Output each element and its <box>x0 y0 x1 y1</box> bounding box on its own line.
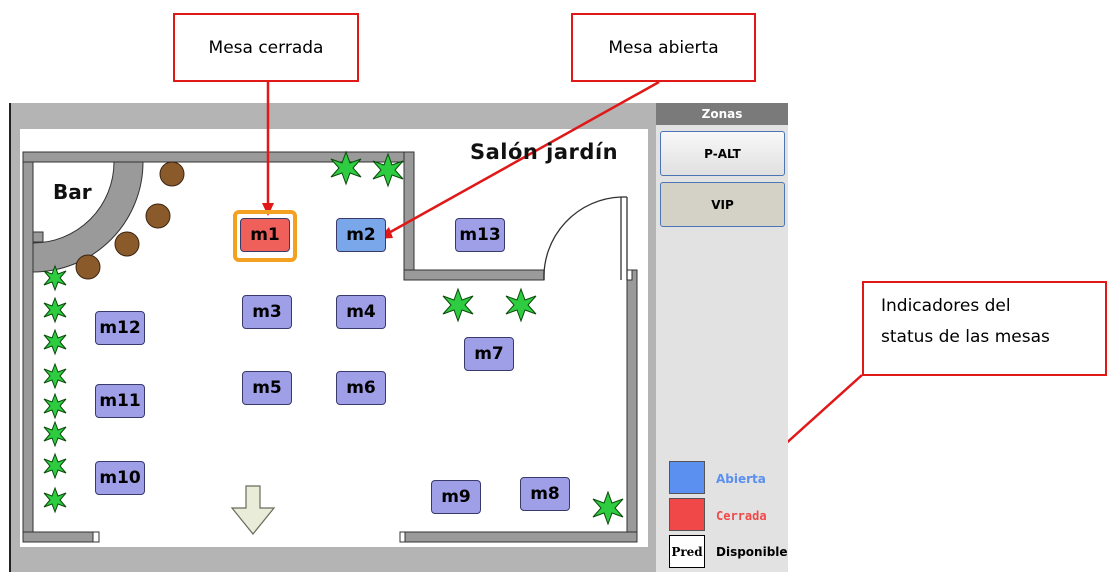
legend-label-disponible: Disponible <box>716 545 788 559</box>
table-m3[interactable]: m3 <box>242 295 292 329</box>
table-m12[interactable]: m12 <box>95 311 145 345</box>
legend-swatch-cerrada <box>669 498 705 531</box>
zone-button-p-alt[interactable]: P-ALT <box>660 131 785 176</box>
legend-label-cerrada: Cerrada <box>716 509 767 523</box>
room-title: Salón jardín <box>470 140 619 164</box>
callout-indicadores: Indicadores del status de las mesas <box>862 281 1107 376</box>
legend-swatch-disponible: Pred <box>669 535 705 568</box>
table-m2[interactable]: m2 <box>336 218 386 252</box>
table-m9[interactable]: m9 <box>431 480 481 514</box>
table-m7[interactable]: m7 <box>464 337 514 371</box>
legend-swatch-pred-text: Pred <box>671 544 703 559</box>
zones-header: Zonas <box>656 103 788 125</box>
door-jamb <box>92 531 100 543</box>
exit-arrow-icon <box>230 485 276 535</box>
door-jamb <box>399 531 406 543</box>
callout-indicadores-line2: status de las mesas <box>881 327 1050 347</box>
table-m6[interactable]: m6 <box>336 371 386 405</box>
legend-label-abierta: Abierta <box>716 472 766 486</box>
table-m11[interactable]: m11 <box>95 384 145 418</box>
table-m8[interactable]: m8 <box>520 477 570 511</box>
legend-swatch-abierta <box>669 461 705 494</box>
table-m13[interactable]: m13 <box>455 218 505 252</box>
callout-indicadores-line1: Indicadores del <box>881 296 1011 316</box>
table-m4[interactable]: m4 <box>336 295 386 329</box>
table-m10[interactable]: m10 <box>95 461 145 495</box>
table-m5[interactable]: m5 <box>242 371 292 405</box>
zone-button-vip[interactable]: VIP <box>660 182 785 227</box>
bar-label: Bar <box>53 180 92 204</box>
table-m1[interactable]: m1 <box>240 218 290 252</box>
door-swing <box>543 196 628 281</box>
